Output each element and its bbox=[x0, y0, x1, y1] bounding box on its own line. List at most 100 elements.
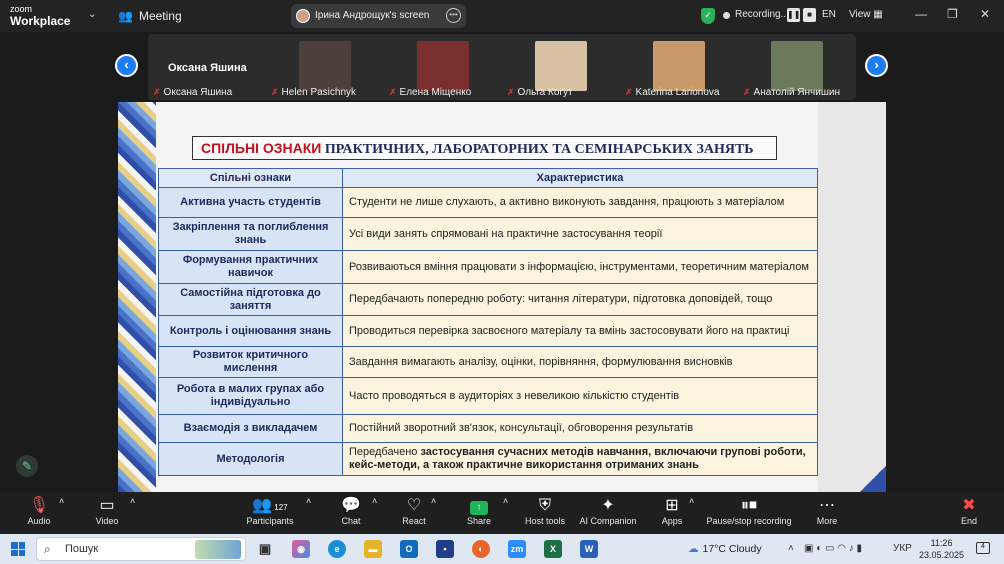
apps-button[interactable]: ⊞ Apps bbox=[656, 496, 688, 526]
save-app-icon[interactable]: ▪ bbox=[436, 540, 454, 558]
taskbar-search[interactable]: ⌕ Пошук bbox=[36, 537, 246, 561]
participant-tiles: Оксана Яшина ✗ Оксана Яшина ✗ Helen Pasich… bbox=[148, 34, 856, 100]
zoom-app-icon[interactable]: zm bbox=[508, 540, 526, 558]
participant-tile[interactable]: ✗ Katerina Larionova bbox=[620, 34, 738, 100]
weather-label: 17°C Cloudy bbox=[702, 543, 762, 555]
participant-tile[interactable]: ✗ Елена Міщенко bbox=[384, 34, 502, 100]
table-row: Розвиток критичного мислення Завдання вим… bbox=[158, 346, 818, 378]
end-close-icon: ✖ bbox=[962, 497, 976, 514]
participant-video bbox=[417, 41, 469, 91]
participant-video bbox=[535, 41, 587, 91]
share-options-caret[interactable]: ˄ bbox=[503, 496, 508, 506]
meeting-menu[interactable]: 👥 Meeting bbox=[118, 9, 182, 23]
participant-strip: ‹ Оксана Яшина ✗ Оксана Яшина ✗ Helen Pasi… bbox=[0, 32, 1004, 102]
pause-stop-recording-button[interactable]: ⏸⏹ Pause/stop recording bbox=[705, 496, 793, 526]
stop-recording-button[interactable]: ■ bbox=[803, 8, 816, 22]
language-label[interactable]: EN bbox=[822, 9, 836, 20]
prev-page-button[interactable]: ‹ bbox=[115, 54, 138, 77]
more-button[interactable]: ⋯ More bbox=[812, 496, 842, 526]
host-tools-button[interactable]: ⛨ Host tools bbox=[521, 496, 569, 526]
table-row: Взаємодія з викладачем Постійний зворотни… bbox=[158, 414, 818, 443]
task-view-icon[interactable]: ▣ bbox=[256, 540, 274, 558]
close-button[interactable]: ✕ bbox=[980, 7, 990, 21]
pause-recording-button[interactable]: ❚❚ bbox=[787, 8, 800, 22]
description-cell: Передбачено застосування сучасних методі… bbox=[342, 442, 818, 476]
system-clock[interactable]: 11:26 23.05.2025 bbox=[919, 537, 964, 561]
chat-button[interactable]: 💬 Chat bbox=[335, 496, 367, 526]
video-button[interactable]: ▭ Video bbox=[90, 496, 124, 526]
file-explorer-icon[interactable]: ▬ bbox=[364, 540, 382, 558]
apps-options-caret[interactable]: ˄ bbox=[689, 496, 694, 506]
table-row: Робота в малих групах або індивідуально Ч… bbox=[158, 377, 818, 415]
presentation-slide: СПІЛЬНІ ОЗНАКИ ПРАКТИЧНИХ, ЛАБОРАТОРНИХ … bbox=[118, 102, 886, 492]
table-row: Закріплення та поглиблення знань Усі види… bbox=[158, 217, 818, 251]
features-table: Спільні ознаки Характеристика Активна уч… bbox=[158, 168, 818, 476]
edge-icon[interactable]: e bbox=[328, 540, 346, 558]
excel-icon[interactable]: X bbox=[544, 540, 562, 558]
feature-cell: Методологія bbox=[158, 442, 343, 476]
active-speaker-name: Оксана Яшина bbox=[168, 62, 247, 74]
weather-widget[interactable]: ☁ 17°C Cloudy bbox=[688, 543, 762, 555]
end-label: End bbox=[960, 516, 977, 526]
participants-options-caret[interactable]: ˄ bbox=[306, 496, 311, 506]
description-cell: Студенти не лише слухають, а активно вик… bbox=[342, 187, 818, 218]
notifications-icon[interactable]: 4 bbox=[976, 542, 990, 554]
participant-tile[interactable]: ✗ Ольга Когут bbox=[502, 34, 620, 100]
chat-options-caret[interactable]: ˄ bbox=[372, 496, 377, 506]
description-cell: Передбачають попередню роботу: читання л… bbox=[342, 283, 818, 316]
pause-stop-label: Pause/stop recording bbox=[706, 516, 792, 526]
participants-label: Participants bbox=[246, 516, 294, 526]
description-cell: Часто проводяться в аудиторіях з невелик… bbox=[342, 377, 818, 415]
table-row: Формування практичних навичок Розвиваютьс… bbox=[158, 250, 818, 284]
word-icon[interactable]: W bbox=[580, 540, 598, 558]
participant-name: ✗ Елена Міщенко bbox=[389, 87, 472, 98]
table-row: Методологія Передбачено застосування суч… bbox=[158, 442, 818, 476]
logo-line1: zoom bbox=[10, 4, 33, 14]
next-page-button[interactable]: › bbox=[865, 54, 888, 77]
audio-label: Audio bbox=[27, 516, 51, 526]
description-plain: Передбачено bbox=[349, 446, 421, 458]
firefox-icon[interactable]: ◐ bbox=[472, 540, 490, 558]
screen-share-label: Ірина Андрощук's screen bbox=[315, 10, 430, 21]
description-cell: Постійний зворотний зв'язок, консультаці… bbox=[342, 414, 818, 443]
share-button[interactable]: ↑ Share bbox=[462, 496, 496, 526]
react-options-caret[interactable]: ˄ bbox=[431, 496, 436, 506]
slide-title-red: СПІЛЬНІ ОЗНАКИ bbox=[201, 140, 322, 156]
minimize-button[interactable]: — bbox=[915, 7, 927, 21]
participant-name: ✗ Helen Pasichnyk bbox=[271, 87, 357, 98]
audio-options-caret[interactable]: ˄ bbox=[59, 496, 64, 506]
video-options-caret[interactable]: ˄ bbox=[130, 496, 135, 506]
table-header-row: Спільні ознаки Характеристика bbox=[158, 168, 818, 188]
ai-companion-button[interactable]: ✦ AI Companion bbox=[577, 496, 639, 526]
participant-tile[interactable]: ✗ Helen Pasichnyk bbox=[266, 34, 384, 100]
pause-stop-icon: ⏸⏹ bbox=[740, 497, 757, 514]
outlook-icon[interactable]: O bbox=[400, 540, 418, 558]
view-button[interactable]: View ▦ bbox=[849, 9, 883, 20]
corner-triangle bbox=[860, 466, 886, 492]
participant-tile[interactable]: ✗ Анатолій Янчишин bbox=[738, 34, 856, 100]
windows-start-icon[interactable] bbox=[11, 542, 25, 556]
more-icon: ⋯ bbox=[819, 497, 835, 514]
participants-button[interactable]: 👥 127 Participants bbox=[244, 496, 296, 526]
annotate-pencil-icon[interactable]: ✎ bbox=[16, 455, 38, 477]
react-button[interactable]: ♡ React bbox=[397, 496, 431, 526]
chevron-down-icon[interactable]: ⌄ bbox=[88, 9, 96, 20]
security-shield-icon[interactable]: ✓ bbox=[701, 8, 715, 24]
cloud-icon: ☁ bbox=[688, 543, 699, 555]
description-cell: Завдання вимагають аналізу, оцінки, порі… bbox=[342, 346, 818, 378]
tray-expand-icon[interactable]: ˄ bbox=[788, 543, 794, 554]
copilot-icon[interactable]: ◉ bbox=[292, 540, 310, 558]
keyboard-language[interactable]: УКР bbox=[893, 543, 912, 554]
slide-title-rest: ПРАКТИЧНИХ, ЛАБОРАТОРНИХ ТА СЕМІНАРСЬКИХ… bbox=[321, 142, 754, 157]
restore-button[interactable]: ❐ bbox=[947, 7, 958, 21]
audio-button[interactable]: 🎙 Audio bbox=[22, 496, 56, 526]
more-icon[interactable]: ••• bbox=[446, 8, 461, 23]
participants-icon: 👥 127 bbox=[252, 497, 288, 514]
participant-name: ✗ Анатолій Янчишин bbox=[743, 87, 840, 98]
screen-share-chip[interactable]: Ірина Андрощук's screen ••• bbox=[291, 4, 466, 28]
participant-tile[interactable]: Оксана Яшина ✗ Оксана Яшина bbox=[148, 34, 266, 100]
tray-icons[interactable]: ▣ ◐ ▭ ◠ ♪ ▮ bbox=[804, 543, 862, 554]
meeting-label: Meeting bbox=[138, 9, 182, 23]
end-button[interactable]: ✖ End bbox=[955, 496, 983, 526]
view-label: View bbox=[849, 9, 871, 20]
